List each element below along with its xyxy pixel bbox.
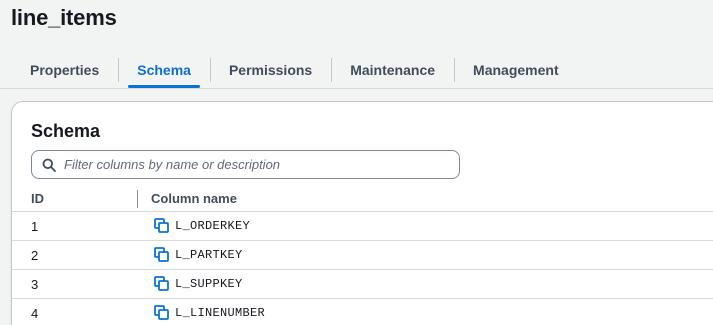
copy-icon[interactable] [154,276,169,291]
tab-permissions[interactable]: Permissions [209,52,331,88]
column-name-text: L_ORDERKEY [175,218,251,233]
column-filter[interactable] [31,150,460,179]
tab-divider [0,88,713,89]
tab-management[interactable]: Management [454,52,578,88]
copy-icon[interactable] [154,305,169,320]
page: line_items Properties Schema Permissions… [0,0,713,325]
table-header: ID Column name [12,186,713,212]
row-id: 4 [31,306,39,321]
row-column-name: L_LINENUMBER [154,305,265,320]
table-row: 2 L_PARTKEY [12,241,713,270]
schema-panel: Schema ID Column name 1 [11,101,713,325]
tab-maintenance[interactable]: Maintenance [331,52,454,88]
filter-input[interactable] [64,157,459,172]
tab-label: Management [473,62,559,78]
table-row: 3 L_SUPPKEY [12,270,713,299]
tab-label: Permissions [228,62,313,78]
row-id: 1 [31,219,39,234]
tab-label: Maintenance [350,62,436,78]
page-title: line_items [11,5,117,30]
schema-table: ID Column name 1 L_ORDERKEY 2 L_PARTKEY … [12,186,713,325]
column-header-id: ID [31,191,44,206]
column-name-text: L_PARTKEY [175,247,243,262]
table-row: 1 L_ORDERKEY [12,212,713,241]
tab-schema[interactable]: Schema [118,52,210,88]
tab-label: Properties [30,62,100,78]
column-header-name[interactable]: Column name [151,191,237,206]
row-column-name: L_PARTKEY [154,247,243,262]
tab-properties[interactable]: Properties [11,52,118,88]
copy-icon[interactable] [154,218,169,233]
row-column-name: L_SUPPKEY [154,276,243,291]
row-id: 3 [31,277,39,292]
tab-bar: Properties Schema Permissions Maintenanc… [11,52,578,88]
column-name-text: L_SUPPKEY [175,276,243,291]
column-resizer[interactable] [137,190,138,208]
row-column-name: L_ORDERKEY [154,218,250,233]
row-id: 2 [31,248,39,263]
copy-icon[interactable] [154,247,169,262]
search-icon [42,158,56,172]
table-row: 4 L_LINENUMBER [12,299,713,325]
column-name-text: L_LINENUMBER [175,305,266,320]
schema-heading: Schema [31,121,101,141]
tab-label: Schema [137,62,191,78]
